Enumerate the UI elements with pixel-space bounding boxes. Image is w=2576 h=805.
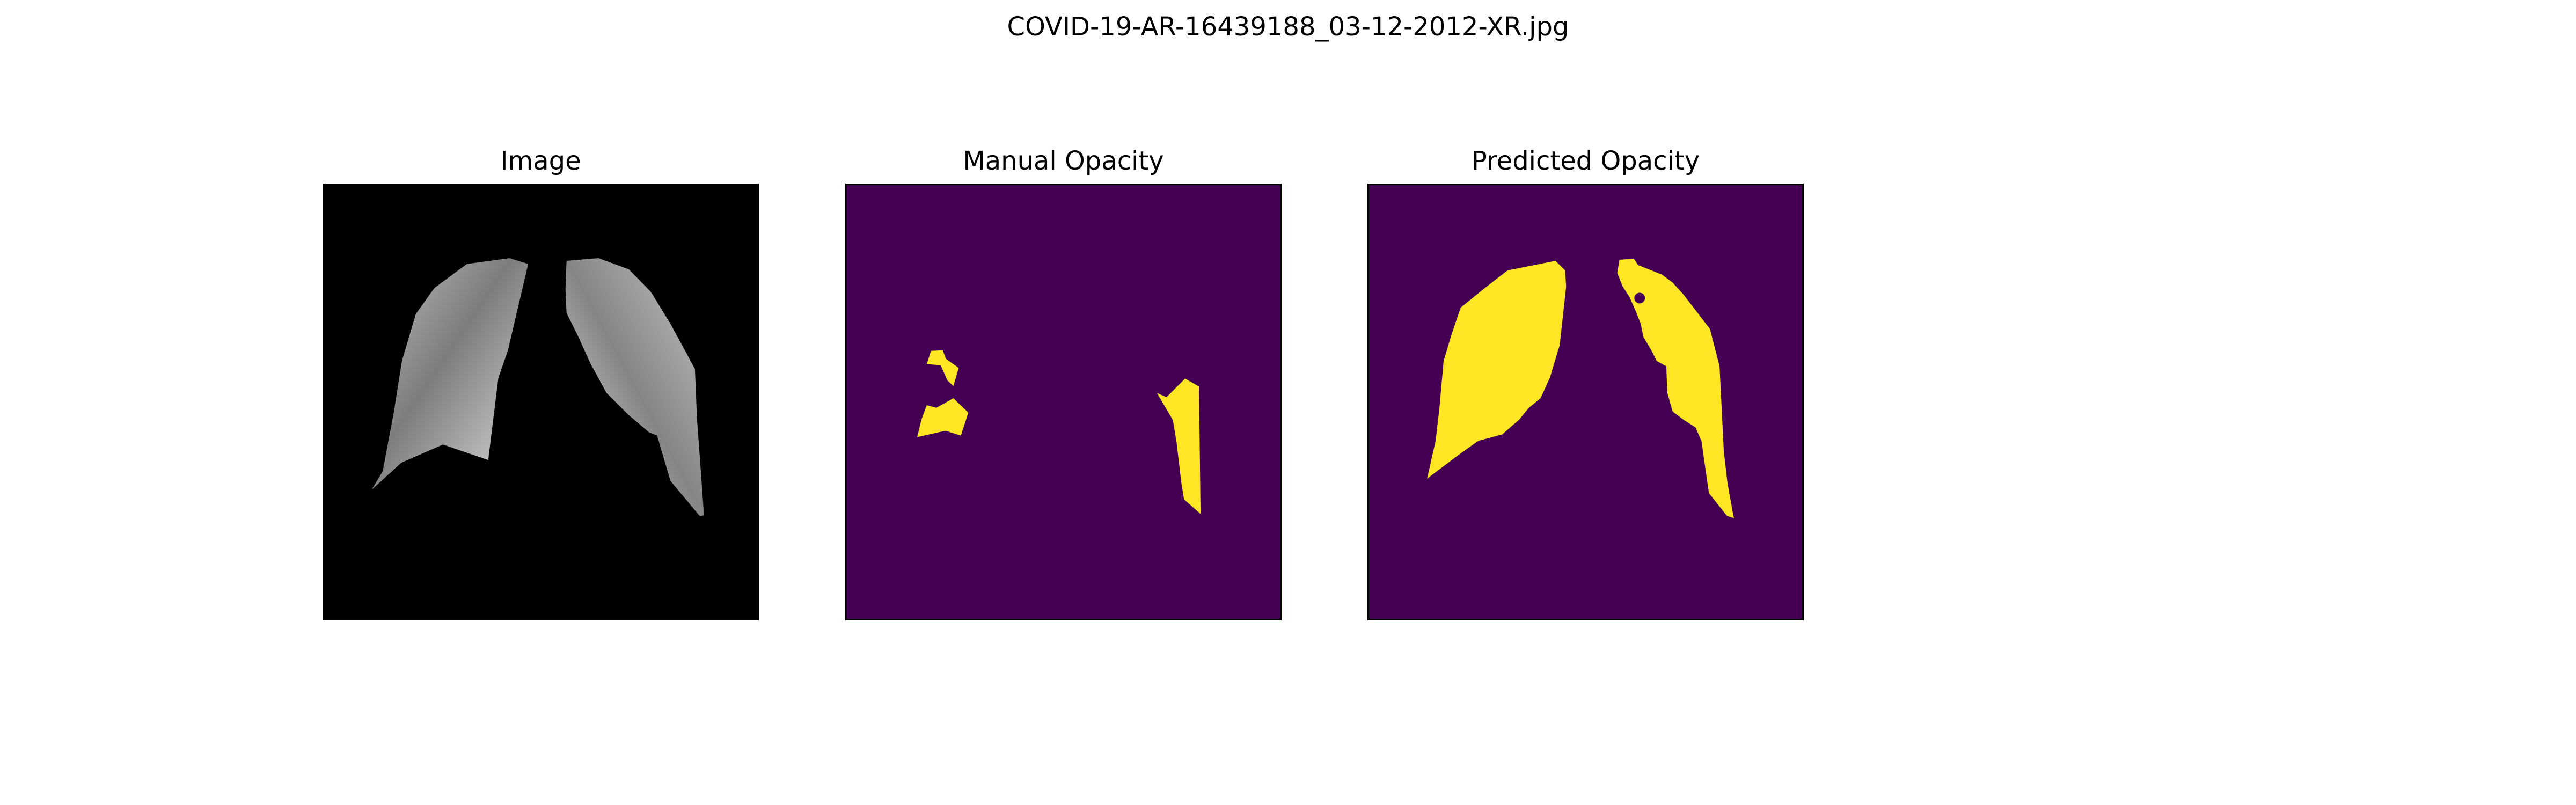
- figure-title: COVID-19-AR-16439188_03-12-2012-XR.jpg: [1007, 12, 1569, 42]
- mask-background: [847, 185, 1280, 619]
- manual-opacity-panel: [845, 184, 1282, 620]
- predicted-opacity-panel: [1367, 184, 1804, 620]
- panel-title-image: Image: [500, 146, 581, 176]
- manual-opacity-mask: [847, 185, 1280, 619]
- mask-background: [1369, 185, 1802, 619]
- predicted-opacity-mask: [1369, 185, 1802, 619]
- panel-title-manual-opacity: Manual Opacity: [963, 146, 1164, 176]
- predicted-opacity-hole: [1634, 292, 1645, 304]
- panel-title-predicted-opacity: Predicted Opacity: [1471, 146, 1700, 176]
- image-panel: [323, 184, 759, 620]
- xray-image: [324, 185, 757, 619]
